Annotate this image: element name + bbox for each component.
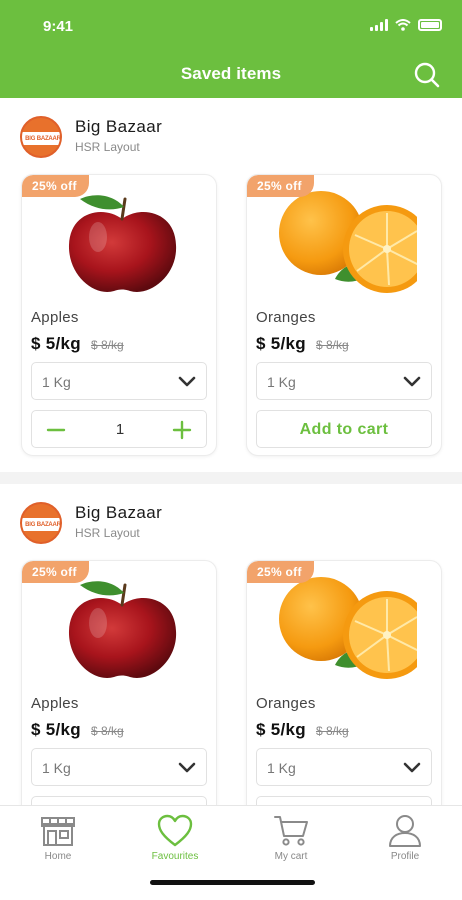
price-row: $ 5/kg $ 8/kg bbox=[256, 720, 349, 740]
product-price: $ 5/kg bbox=[31, 334, 81, 353]
orange-image bbox=[279, 577, 417, 679]
apple-image bbox=[68, 581, 177, 678]
quantity-value: 1 Kg bbox=[42, 374, 71, 390]
home-indicator bbox=[150, 880, 315, 885]
quantity-dropdown[interactable]: 1 Kg bbox=[31, 362, 207, 400]
battery-icon bbox=[418, 19, 442, 31]
status-time: 9:41 bbox=[43, 18, 74, 35]
search-icon[interactable] bbox=[413, 61, 441, 89]
tab-profile[interactable]: Profile bbox=[365, 814, 445, 862]
tab-label: Profile bbox=[390, 851, 420, 862]
product-old-price: $ 8/kg bbox=[91, 338, 124, 352]
discount-badge: 25% off bbox=[22, 175, 89, 197]
product-name: Oranges bbox=[256, 309, 316, 326]
product-price: $ 5/kg bbox=[256, 720, 306, 739]
store-section: BIG BAZAAR Big Bazaar HSR Layout 25% off… bbox=[0, 98, 462, 472]
quantity-stepper[interactable] bbox=[31, 796, 207, 805]
page-title: Saved items bbox=[180, 64, 282, 83]
quantity-value: 1 Kg bbox=[267, 374, 296, 390]
store-location: HSR Layout bbox=[75, 140, 140, 154]
app-header: 9:41 Saved items bbox=[0, 0, 462, 98]
chevron-down-icon bbox=[403, 762, 421, 773]
tab-favourites[interactable]: Favourites bbox=[135, 814, 215, 862]
product-old-price: $ 8/kg bbox=[316, 338, 349, 352]
discount-badge: 25% off bbox=[22, 561, 89, 583]
product-card-apples[interactable]: 25% off Apples $ 5/kg $ 8/kg 1 Kg bbox=[21, 560, 217, 805]
chevron-down-icon bbox=[403, 376, 421, 387]
tab-home[interactable]: Home bbox=[18, 814, 98, 862]
product-old-price: $ 8/kg bbox=[91, 724, 124, 738]
product-name: Oranges bbox=[256, 695, 316, 712]
store-location: HSR Layout bbox=[75, 526, 140, 540]
discount-badge: 25% off bbox=[247, 561, 314, 583]
quantity-dropdown[interactable]: 1 Kg bbox=[256, 748, 432, 786]
tab-my-cart[interactable]: My cart bbox=[251, 814, 331, 862]
profile-icon bbox=[389, 815, 421, 847]
product-name: Apples bbox=[31, 309, 79, 326]
store-icon bbox=[41, 817, 75, 846]
apple-image bbox=[68, 195, 177, 292]
product-price: $ 5/kg bbox=[256, 334, 306, 353]
wifi-icon bbox=[395, 19, 411, 31]
product-card-oranges[interactable]: 25% off Oranges $ 5/kg $ 8/kg 1 Kg bbox=[246, 560, 442, 805]
quantity-stepper: 1 bbox=[31, 410, 207, 448]
bottom-tab-bar: Home Favourites My cart Profile bbox=[0, 805, 462, 900]
tab-label: My cart bbox=[274, 851, 308, 862]
tab-label: Favourites bbox=[151, 851, 199, 862]
store-logo: BIG BAZAAR bbox=[20, 502, 62, 544]
product-old-price: $ 8/kg bbox=[316, 724, 349, 738]
quantity-value: 1 Kg bbox=[267, 760, 296, 776]
heart-icon bbox=[157, 814, 193, 847]
product-card-oranges[interactable]: 25% off Oranges $ 5/kg $ 8/kg 1 Kg Add t… bbox=[246, 174, 442, 456]
store-logo-text: BIG BAZAAR bbox=[22, 132, 60, 145]
store-logo-text: BIG BAZAAR bbox=[22, 518, 60, 531]
saved-items-screen: 9:41 Saved items BIG BAZAAR Big Bazaar H… bbox=[0, 0, 462, 900]
add-to-cart-button[interactable]: Add to cart bbox=[256, 410, 432, 448]
plus-icon[interactable] bbox=[172, 420, 192, 440]
cart-icon bbox=[274, 816, 308, 846]
saved-items-list[interactable]: BIG BAZAAR Big Bazaar HSR Layout 25% off… bbox=[0, 98, 462, 805]
quantity-dropdown[interactable]: 1 Kg bbox=[31, 748, 207, 786]
signal-icon bbox=[370, 19, 388, 31]
product-name: Apples bbox=[31, 695, 79, 712]
product-price: $ 5/kg bbox=[31, 720, 81, 739]
store-name: Big Bazaar bbox=[75, 117, 163, 136]
store-name: Big Bazaar bbox=[75, 503, 163, 522]
price-row: $ 5/kg $ 8/kg bbox=[31, 334, 124, 354]
price-row: $ 5/kg $ 8/kg bbox=[256, 334, 349, 354]
quantity-value: 1 Kg bbox=[42, 760, 71, 776]
orange-image bbox=[279, 191, 417, 293]
quantity-dropdown[interactable]: 1 Kg bbox=[256, 362, 432, 400]
product-card-apples[interactable]: 25% off Apples $ 5/kg $ 8/kg 1 Kg 1 bbox=[21, 174, 217, 456]
chevron-down-icon bbox=[178, 762, 196, 773]
discount-badge: 25% off bbox=[247, 175, 314, 197]
store-section: BIG BAZAAR Big Bazaar HSR Layout 25% off… bbox=[0, 484, 462, 805]
status-icons bbox=[370, 19, 442, 31]
add-to-cart-button[interactable] bbox=[256, 796, 432, 805]
chevron-down-icon bbox=[178, 376, 196, 387]
tab-label: Home bbox=[44, 851, 72, 862]
store-logo: BIG BAZAAR bbox=[20, 116, 62, 158]
price-row: $ 5/kg $ 8/kg bbox=[31, 720, 124, 740]
